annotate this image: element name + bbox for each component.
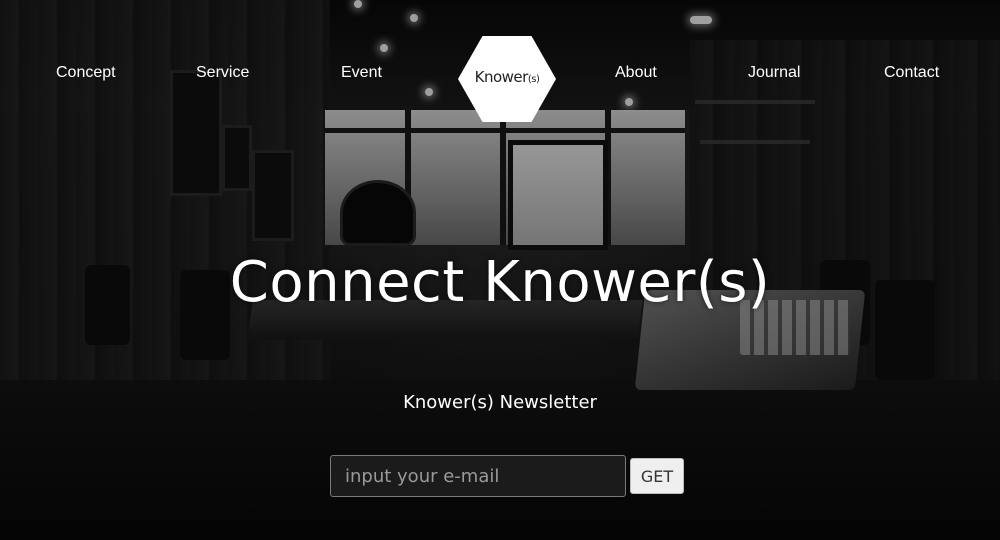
logo-text: Knower(s) [458, 68, 556, 86]
logo-text-main: Knower [474, 68, 529, 86]
newsletter-submit-button[interactable]: GET [630, 458, 684, 494]
newsletter-email-input[interactable] [330, 455, 626, 497]
nav-link-contact[interactable]: Contact [884, 64, 939, 82]
top-navigation: Concept Service Event Knower(s) About Jo… [0, 0, 1000, 140]
hero-section: Concept Service Event Knower(s) About Jo… [0, 0, 1000, 540]
nav-link-service[interactable]: Service [196, 64, 249, 82]
logo-text-suffix: (s) [527, 74, 540, 85]
newsletter-label: Knower(s) Newsletter [403, 392, 597, 413]
hero-headline: Connect Knower(s) [229, 250, 771, 315]
nav-link-event[interactable]: Event [341, 64, 382, 82]
nav-link-concept[interactable]: Concept [56, 64, 116, 82]
nav-link-journal[interactable]: Journal [748, 64, 800, 82]
site-logo[interactable]: Knower(s) [458, 36, 556, 122]
nav-link-about[interactable]: About [615, 64, 657, 82]
